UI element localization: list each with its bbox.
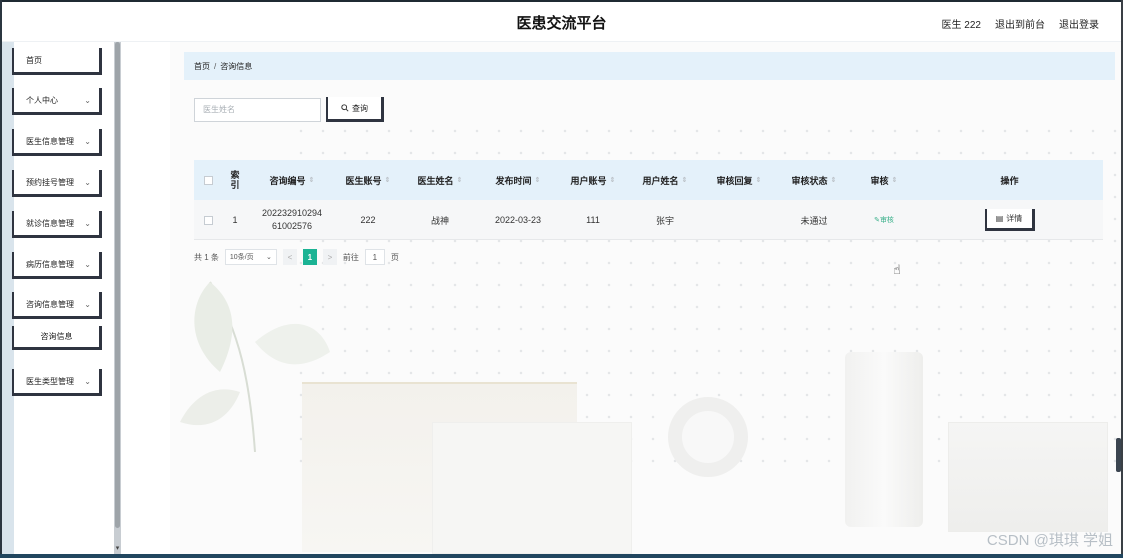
sidebar-item-medical-record[interactable]: 病历信息管理 ⌄ (12, 252, 102, 279)
cell-consult-no: 202232910294 61002576 (261, 208, 323, 231)
background-ring-decoration (668, 397, 748, 477)
sidebar-item-personal-center[interactable]: 个人中心 ⌄ (12, 88, 102, 115)
scroll-down-arrow-icon[interactable]: ▾ (114, 544, 121, 552)
sort-icon[interactable]: ⇕ (682, 176, 688, 184)
review-link[interactable]: ✎ 审核 (852, 200, 916, 240)
sidebar-item-label: 咨询信息管理 (26, 299, 74, 309)
cell-doctor-name: 战神 (430, 215, 449, 226)
cell-doctor-account: 222 (360, 215, 376, 225)
pagination-total: 共 1 条 (194, 252, 219, 262)
window-frame-bottom (0, 554, 1123, 558)
sidebar-item-doctor-type[interactable]: 医生类型管理 ⌄ (12, 369, 102, 396)
sidebar-scrollbar[interactable]: ▾ (114, 42, 121, 554)
sidebar-item-label: 预约挂号管理 (26, 177, 74, 187)
sidebar-item-label: 就诊信息管理 (26, 218, 74, 228)
sort-icon[interactable]: ⇕ (457, 176, 463, 184)
chevron-down-icon: ⌄ (84, 95, 91, 105)
column-header-publish-time[interactable]: 发布时间 ⇕ (478, 160, 558, 200)
page-number-1[interactable]: 1 (302, 249, 317, 265)
cell-operation: ▤ 详情 (916, 200, 1103, 240)
chevron-down-icon: ⌄ (84, 299, 91, 309)
sort-icon[interactable]: ⇕ (385, 176, 391, 184)
cell-publish-time: 2022-03-23 (494, 215, 542, 225)
cell-user-name: 张宇 (655, 215, 674, 226)
cell-review-reply (702, 200, 776, 240)
column-header-user-account[interactable]: 用户账号 ⇕ (558, 160, 628, 200)
sidebar-item-home[interactable]: 首页 (12, 48, 102, 75)
current-user: 医生 222 (941, 20, 981, 31)
breadcrumb-current: 咨询信息 (220, 61, 253, 71)
page-size-select[interactable]: 10条/页 ⌄ (224, 249, 277, 265)
document-icon: ▤ (995, 214, 1004, 223)
cell-index: 1 (232, 215, 238, 225)
pagination: 共 1 条 10条/页 ⌄ < 1 > 前往 1 页 (194, 248, 399, 266)
row-checkbox[interactable] (200, 200, 216, 240)
chevron-down-icon: ⌄ (84, 136, 91, 146)
column-header-review[interactable]: 审核 ⇕ (852, 160, 916, 200)
search-icon (341, 104, 349, 112)
back-to-front-link[interactable]: 退出到前台 (995, 16, 1045, 31)
sort-icon[interactable]: ⇕ (756, 176, 762, 184)
background-cube-decoration (948, 422, 1108, 532)
column-header-index: 索引 (230, 170, 240, 190)
chevron-down-icon: ⌄ (84, 177, 91, 187)
watermark: CSDN @琪琪 学姐 (986, 532, 1113, 549)
column-header-user-name[interactable]: 用户姓名 ⇕ (628, 160, 702, 200)
sort-icon[interactable]: ⇕ (892, 176, 898, 184)
table-header: 索引 咨询编号 ⇕ 医生账号 ⇕ 医生姓名 ⇕ 发布时间 ⇕ 用户账号 ⇕ 用户姓名 ⇕ 审… (194, 160, 1103, 200)
sort-icon[interactable]: ⇕ (309, 176, 315, 184)
column-header-operation: 操作 (1000, 175, 1019, 186)
sidebar-item-consult-manage[interactable]: 咨询信息管理 ⌄ (12, 292, 102, 319)
search-button[interactable]: 查询 (326, 97, 384, 122)
sidebar-item-label: 医生类型管理 (26, 376, 74, 386)
page-suffix-label: 页 (390, 252, 399, 262)
prev-page-button[interactable]: < (282, 249, 297, 265)
side-drawer-handle[interactable] (1116, 438, 1121, 472)
sidebar-item-label: 咨询信息 (40, 332, 73, 341)
next-page-button[interactable]: > (322, 249, 337, 265)
chevron-down-icon: ⌄ (84, 218, 91, 228)
sort-icon[interactable]: ⇕ (535, 176, 541, 184)
scrollbar-thumb[interactable] (115, 42, 120, 528)
sidebar-item-label: 个人中心 (26, 95, 58, 105)
chevron-down-icon: ⌄ (266, 254, 272, 261)
chevron-down-icon: ⌄ (84, 376, 91, 386)
table-row: 1 202232910294 61002576 222 战神 2022-03-2… (194, 200, 1103, 240)
column-header-review-reply[interactable]: 审核回复 ⇕ (702, 160, 776, 200)
doctor-name-search-input[interactable]: 医生姓名 (194, 98, 321, 122)
breadcrumb-separator: / (214, 61, 217, 71)
sidebar-item-label: 首页 (26, 55, 42, 65)
column-header-consult-no[interactable]: 咨询编号 ⇕ (250, 160, 334, 200)
column-header-doctor-name[interactable]: 医生姓名 ⇕ (402, 160, 478, 200)
background-box-decoration (432, 422, 632, 554)
search-button-label: 查询 (352, 103, 368, 113)
chevron-down-icon: ⌄ (84, 259, 91, 269)
cell-review-status: 未通过 (800, 215, 828, 226)
sidebar-item-label: 医生信息管理 (26, 136, 74, 146)
main-content: 首页 / 咨询信息 医生姓名 查询 索引 咨询编号 ⇕ 医生账号 ⇕ 医生姓名 ⇕ (170, 42, 1121, 554)
column-header-doctor-account[interactable]: 医生账号 ⇕ (334, 160, 402, 200)
consult-table: 索引 咨询编号 ⇕ 医生账号 ⇕ 医生姓名 ⇕ 发布时间 ⇕ 用户账号 ⇕ 用户姓名 ⇕ 审… (194, 160, 1103, 240)
detail-button[interactable]: ▤ 详情 (984, 209, 1035, 231)
sidebar-item-appointment[interactable]: 预约挂号管理 ⌄ (12, 170, 102, 197)
sidebar-item-visit-info[interactable]: 就诊信息管理 ⌄ (12, 211, 102, 238)
header-actions: 医生 222 退出到前台 退出登录 (942, 16, 1099, 31)
hand-cursor-icon: ☝ (893, 262, 901, 277)
goto-page-input[interactable]: 1 (364, 249, 385, 265)
sidebar-item-label: 病历信息管理 (26, 259, 74, 269)
background-cylinder-decoration (845, 352, 923, 527)
breadcrumb: 首页 / 咨询信息 (184, 52, 1115, 80)
cell-user-account: 111 (586, 215, 600, 225)
top-header: 医患交流平台 医生 222 退出到前台 退出登录 (2, 2, 1121, 42)
breadcrumb-home[interactable]: 首页 (194, 61, 210, 72)
select-all-checkbox[interactable] (200, 160, 216, 200)
sort-icon[interactable]: ⇕ (831, 176, 837, 184)
logout-link[interactable]: 退出登录 (1059, 16, 1099, 31)
sidebar-item-doctor-info[interactable]: 医生信息管理 ⌄ (12, 129, 102, 156)
sort-icon[interactable]: ⇕ (610, 176, 616, 184)
goto-label: 前往 (342, 252, 359, 262)
sidebar-subitem-consult-info[interactable]: 咨询信息 (12, 326, 102, 350)
column-header-review-status[interactable]: 审核状态 ⇕ (776, 160, 852, 200)
